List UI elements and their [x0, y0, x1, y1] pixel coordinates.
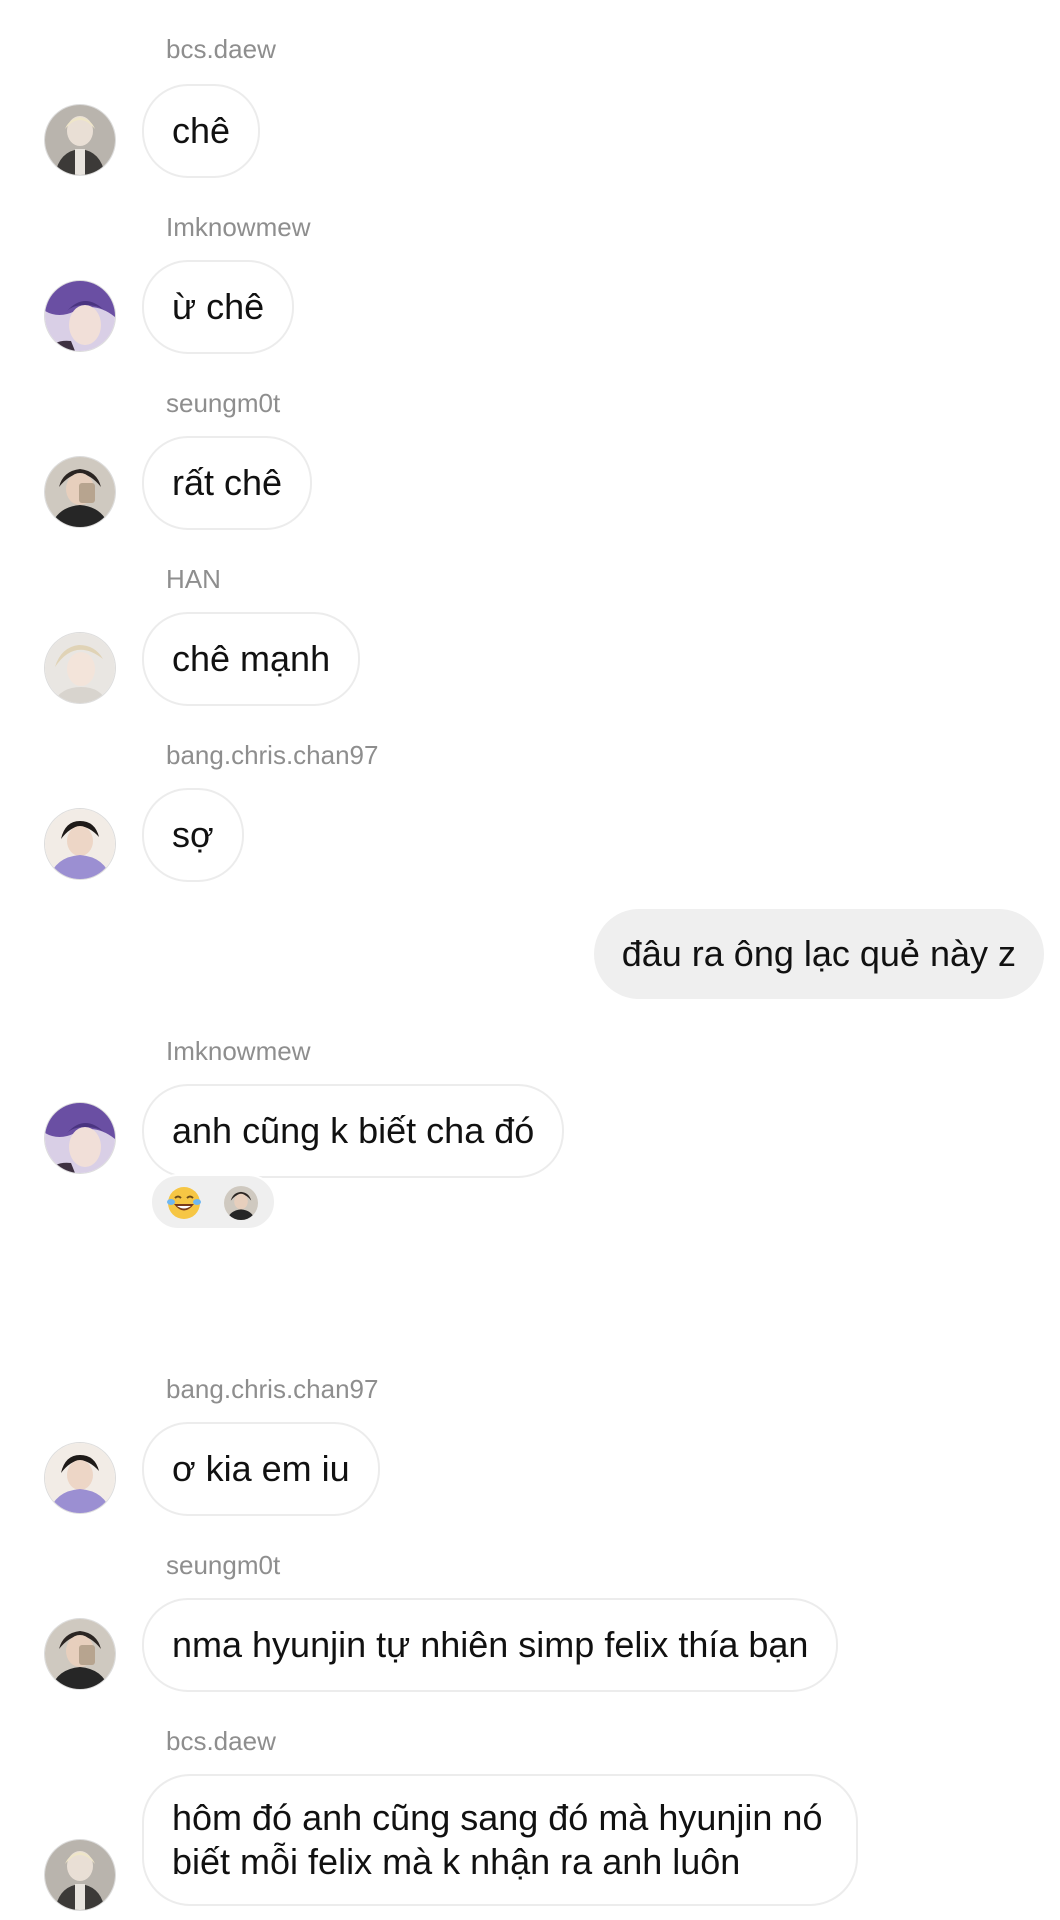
avatar-bang-chris-chan97[interactable]: [45, 809, 115, 879]
avatar-seungm0t[interactable]: [45, 1619, 115, 1689]
avatar-han[interactable]: [45, 633, 115, 703]
sender-username: bang.chris.chan97: [166, 1374, 379, 1404]
sender-username: bcs.daew: [166, 34, 276, 64]
message-bubble[interactable]: rất chê: [142, 436, 313, 530]
avatar-imknowmew[interactable]: [45, 281, 115, 351]
message-reaction[interactable]: [150, 1174, 276, 1230]
avatar-seungm0t[interactable]: [45, 457, 115, 527]
sender-username: Imknowmew: [166, 1036, 311, 1066]
sender-username: HAN: [166, 564, 221, 594]
message-bubble[interactable]: hôm đó anh cũng sang đó mà hyunjin nó bi…: [142, 1774, 859, 1906]
message-bubble[interactable]: ơ kia em iu: [142, 1422, 380, 1516]
sender-username: bcs.daew: [166, 1726, 276, 1756]
message-bubble[interactable]: chê mạnh: [142, 612, 361, 706]
message-line: biết mỗi felix mà k nhận ra anh luôn: [172, 1841, 741, 1882]
sender-username: seungm0t: [166, 388, 281, 418]
message-bubble[interactable]: nma hyunjin tự nhiên simp felix thía bạn: [142, 1598, 839, 1692]
message-bubble[interactable]: anh cũng k biết cha đó: [142, 1084, 565, 1178]
avatar-bcs-daew[interactable]: [45, 105, 115, 175]
message-bubble[interactable]: sợ: [142, 788, 244, 882]
sender-username: seungm0t: [166, 1550, 281, 1580]
sender-username: Imknowmew: [166, 212, 311, 242]
outgoing-message-bubble[interactable]: đâu ra ông lạc quẻ này z: [593, 909, 1044, 999]
message-bubble[interactable]: ừ chê: [142, 260, 295, 354]
message-bubble[interactable]: chê: [142, 84, 261, 178]
avatar-bcs-daew[interactable]: [45, 1840, 115, 1910]
avatar-bang-chris-chan97[interactable]: [45, 1443, 115, 1513]
chat-thread: bcs.daew chê Imknowmew ừ chê seungm0t rấ…: [0, 0, 1060, 1920]
sender-username: bang.chris.chan97: [166, 740, 379, 770]
reactor-avatar: [224, 1186, 258, 1220]
message-line: hôm đó anh cũng sang đó mà hyunjin nó: [172, 1797, 823, 1838]
laughing-tears-emoji-icon: [166, 1185, 202, 1221]
avatar-imknowmew[interactable]: [45, 1103, 115, 1173]
